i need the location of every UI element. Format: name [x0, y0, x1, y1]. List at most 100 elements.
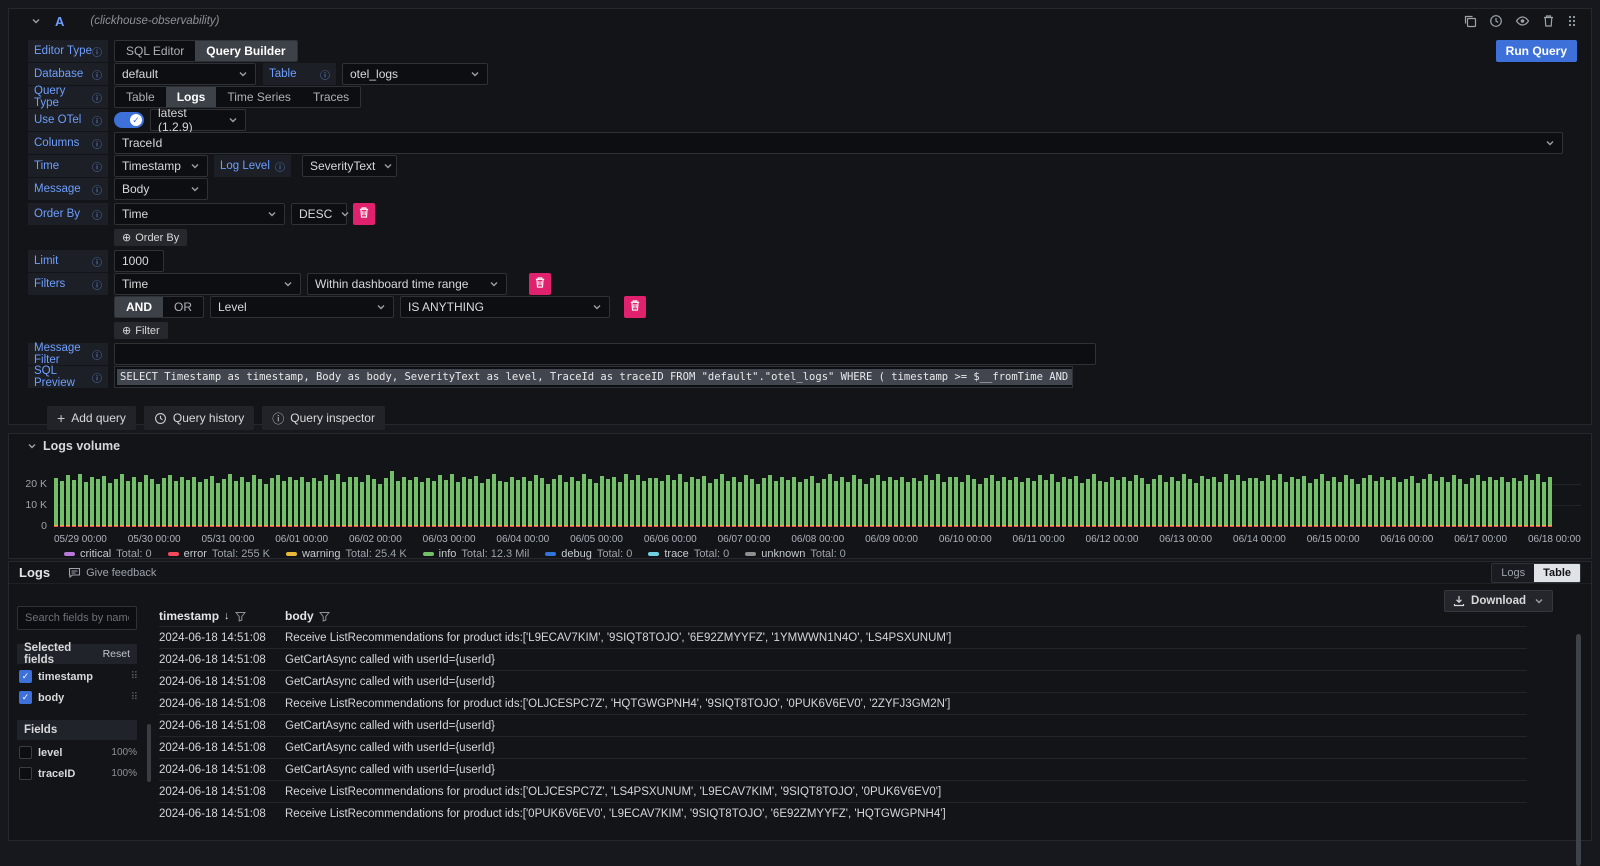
filter2-operator-select[interactable]: IS ANYTHING: [400, 296, 610, 318]
volume-bar: [744, 475, 748, 527]
add-filter-button[interactable]: ⊕Filter: [114, 322, 168, 339]
query-inspector-button[interactable]: ⓘQuery inspector: [262, 406, 385, 430]
table-row[interactable]: 2024-06-18 14:51:08Receive ListRecommend…: [159, 626, 1527, 648]
legend-item-unknown[interactable]: unknownTotal: 0: [745, 548, 846, 560]
time-column-select[interactable]: Timestamp: [114, 155, 208, 177]
trash-icon[interactable]: [1542, 14, 1555, 28]
collapse-chevron-icon[interactable]: [31, 17, 41, 25]
legend-item-debug[interactable]: debugTotal: 0: [545, 548, 632, 560]
legend-item-error[interactable]: errorTotal: 255 K: [168, 548, 270, 560]
table-row[interactable]: 2024-06-18 14:51:08GetCartAsync called w…: [159, 736, 1527, 758]
message-column-select[interactable]: Body: [114, 178, 208, 200]
info-icon[interactable]: ⓘ: [92, 136, 102, 151]
volume-bar: [1350, 479, 1354, 527]
give-feedback-link[interactable]: Give feedback: [68, 567, 156, 579]
editor-type-query-builder[interactable]: Query Builder: [195, 41, 296, 61]
info-icon[interactable]: ⓘ: [92, 370, 102, 385]
limit-input[interactable]: 1000: [114, 250, 164, 272]
table-scrollbar[interactable]: [1576, 634, 1581, 866]
table-row[interactable]: 2024-06-18 14:51:08GetCartAsync called w…: [159, 758, 1527, 780]
volume-bar: [600, 476, 604, 527]
remove-order-by-button[interactable]: [353, 203, 375, 225]
otel-version-select[interactable]: latest (1.2.9): [150, 109, 246, 131]
message-filter-input[interactable]: [114, 343, 1096, 365]
info-icon[interactable]: ⓘ: [92, 90, 102, 105]
checkbox-checked[interactable]: ✓: [19, 670, 32, 683]
filter-funnel-icon[interactable]: [319, 611, 330, 622]
table-row[interactable]: 2024-06-18 14:51:08Receive ListRecommend…: [159, 802, 1527, 824]
volume-bar: [120, 474, 124, 527]
drag-handle-icon[interactable]: ⠿: [131, 671, 137, 682]
remove-filter-button[interactable]: [529, 273, 551, 295]
legend-item-info[interactable]: infoTotal: 12.3 Mil: [423, 548, 530, 560]
table-row[interactable]: 2024-06-18 14:51:08GetCartAsync called w…: [159, 714, 1527, 736]
query-type-traces[interactable]: Traces: [302, 87, 360, 107]
table-row[interactable]: 2024-06-18 14:51:08Receive ListRecommend…: [159, 780, 1527, 802]
query-type-logs[interactable]: Logs: [166, 87, 217, 107]
info-icon[interactable]: ⓘ: [92, 67, 102, 82]
add-query-button[interactable]: +Add query: [47, 406, 136, 430]
log-level-select[interactable]: SeverityText: [302, 155, 397, 177]
table-row[interactable]: 2024-06-18 14:51:08GetCartAsync called w…: [159, 648, 1527, 670]
volume-bar: [162, 478, 166, 527]
info-icon[interactable]: ⓘ: [92, 159, 102, 174]
volume-bar: [684, 482, 688, 527]
add-order-by-button[interactable]: ⊕Order By: [114, 229, 187, 246]
legend-item-critical[interactable]: criticalTotal: 0: [64, 548, 152, 560]
eye-icon[interactable]: [1515, 14, 1530, 28]
run-query-button[interactable]: Run Query: [1496, 40, 1577, 62]
order-by-column-select[interactable]: Time: [114, 203, 285, 225]
info-icon[interactable]: ⓘ: [320, 67, 330, 82]
drag-handle-icon[interactable]: ⠿: [131, 692, 137, 703]
info-icon[interactable]: ⓘ: [92, 347, 102, 362]
info-icon[interactable]: ⓘ: [92, 207, 102, 222]
table-row[interactable]: 2024-06-18 14:51:08GetCartAsync called w…: [159, 670, 1527, 692]
drag-handle-icon[interactable]: [1567, 14, 1577, 28]
filter-field-select[interactable]: Time: [114, 273, 301, 295]
info-icon[interactable]: ⓘ: [275, 159, 285, 174]
info-icon[interactable]: ⓘ: [92, 277, 102, 292]
info-icon[interactable]: ⓘ: [92, 113, 102, 128]
filter-funnel-icon[interactable]: [235, 611, 246, 622]
legend-total: Total: 12.3 Mil: [461, 548, 529, 560]
editor-type-sql-editor[interactable]: SQL Editor: [115, 41, 195, 61]
volume-bar: [1254, 478, 1258, 527]
reset-fields-button[interactable]: Reset: [103, 648, 130, 660]
volume-bar: [606, 479, 610, 527]
chart-plot-area[interactable]: [54, 461, 1581, 527]
checkbox-unchecked[interactable]: [19, 746, 32, 759]
view-toggle-logs[interactable]: Logs: [1492, 564, 1534, 582]
database-select[interactable]: default: [114, 63, 256, 85]
remove-filter2-button[interactable]: [624, 296, 646, 318]
history-icon[interactable]: [1489, 14, 1503, 28]
collapse-chevron-icon[interactable]: [27, 442, 37, 450]
checkbox-unchecked[interactable]: [19, 767, 32, 780]
use-otel-toggle[interactable]: ✓: [114, 112, 144, 128]
query-history-button[interactable]: Query history: [144, 406, 254, 430]
filter-operator-select[interactable]: Within dashboard time range: [307, 273, 507, 295]
legend-item-trace[interactable]: traceTotal: 0: [648, 548, 729, 560]
body-column-header[interactable]: body: [285, 609, 330, 623]
view-toggle-table[interactable]: Table: [1534, 564, 1580, 582]
legend-color-dash: [423, 552, 434, 556]
table-select[interactable]: otel_logs: [342, 63, 488, 85]
info-icon[interactable]: ⓘ: [92, 44, 102, 59]
info-icon[interactable]: ⓘ: [92, 254, 102, 269]
info-icon[interactable]: ⓘ: [92, 182, 102, 197]
filter2-field-select[interactable]: Level: [210, 296, 394, 318]
legend-item-warning[interactable]: warningTotal: 25.4 K: [286, 548, 407, 560]
search-fields-input[interactable]: [17, 606, 137, 630]
duplicate-icon[interactable]: [1463, 14, 1477, 28]
filter-bool-and[interactable]: AND: [115, 297, 163, 317]
query-type-time-series[interactable]: Time Series: [216, 87, 302, 107]
order-by-direction-select[interactable]: DESC: [291, 203, 347, 225]
chevron-down-icon: [1545, 139, 1555, 147]
query-type-table[interactable]: Table: [115, 87, 166, 107]
sidebar-scrollbar[interactable]: [147, 724, 151, 782]
columns-multiselect[interactable]: TraceId: [114, 132, 1563, 154]
timestamp-column-header[interactable]: timestamp ↓: [159, 609, 285, 623]
table-row[interactable]: 2024-06-18 14:51:08Receive ListRecommend…: [159, 692, 1527, 714]
checkbox-checked[interactable]: ✓: [19, 691, 32, 704]
filter-bool-or[interactable]: OR: [163, 297, 203, 317]
sort-desc-icon[interactable]: ↓: [224, 610, 230, 622]
